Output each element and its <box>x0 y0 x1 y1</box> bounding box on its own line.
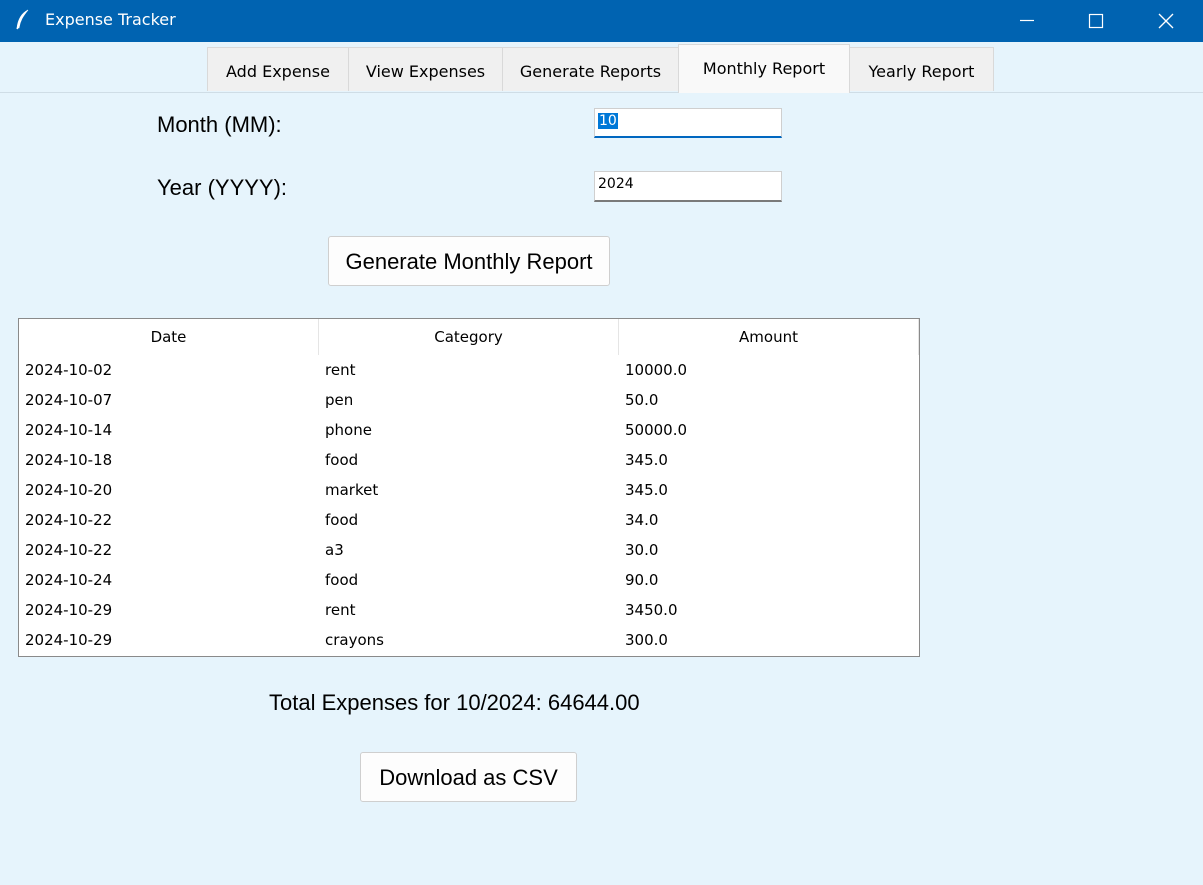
cell-amount: 3450.0 <box>625 601 678 619</box>
cell-amount: 300.0 <box>625 631 668 649</box>
cell-amount: 10000.0 <box>625 361 688 379</box>
close-icon <box>1158 13 1174 29</box>
cell-amount: 345.0 <box>625 451 668 469</box>
maximize-button[interactable] <box>1061 0 1131 42</box>
tab-yearly-report[interactable]: Yearly Report <box>849 47 994 91</box>
cell-date: 2024-10-02 <box>25 361 113 379</box>
feather-icon <box>16 9 29 30</box>
month-input[interactable]: 10 <box>594 108 782 138</box>
table-header: Date Category Amount <box>19 319 919 355</box>
cell-category: market <box>325 481 379 499</box>
cell-category: food <box>325 511 359 529</box>
table-row[interactable]: 2024-10-29 crayons 300.0 <box>19 625 919 655</box>
cell-category: phone <box>325 421 372 439</box>
close-button[interactable] <box>1131 0 1201 42</box>
cell-amount: 30.0 <box>625 541 659 559</box>
cell-date: 2024-10-14 <box>25 421 113 439</box>
table-row[interactable]: 2024-10-22 a3 30.0 <box>19 535 919 565</box>
maximize-icon <box>1088 13 1104 29</box>
cell-amount: 34.0 <box>625 511 659 529</box>
year-label: Year (YYYY): <box>157 175 288 200</box>
table-row[interactable]: 2024-10-07 pen 50.0 <box>19 385 919 415</box>
minimize-button[interactable] <box>992 0 1062 42</box>
cell-date: 2024-10-18 <box>25 451 113 469</box>
month-input-value: 10 <box>598 113 618 129</box>
table-row[interactable]: 2024-10-29 rent 3450.0 <box>19 595 919 625</box>
table-row[interactable]: 2024-10-18 food 345.0 <box>19 445 919 475</box>
generate-monthly-report-button[interactable]: Generate Monthly Report <box>328 236 610 286</box>
year-input-value: 2024 <box>598 176 634 192</box>
cell-amount: 90.0 <box>625 571 659 589</box>
tab-monthly-report[interactable]: Monthly Report <box>678 44 850 93</box>
cell-amount: 50.0 <box>625 391 659 409</box>
column-header-date[interactable]: Date <box>19 319 319 355</box>
column-header-category[interactable]: Category <box>319 319 619 355</box>
column-header-amount[interactable]: Amount <box>619 319 919 355</box>
tab-view-expenses[interactable]: View Expenses <box>348 47 503 91</box>
cell-date: 2024-10-22 <box>25 511 113 529</box>
cell-category: a3 <box>325 541 344 559</box>
cell-date: 2024-10-29 <box>25 601 113 619</box>
cell-amount: 50000.0 <box>625 421 688 439</box>
cell-date: 2024-10-29 <box>25 631 113 649</box>
cell-category: pen <box>325 391 354 409</box>
cell-date: 2024-10-20 <box>25 481 113 499</box>
year-input[interactable]: 2024 <box>594 171 782 202</box>
tab-generate-reports[interactable]: Generate Reports <box>502 47 679 91</box>
total-expenses-label: Total Expenses for 10/2024: 64644.00 <box>269 690 640 715</box>
table-row[interactable]: 2024-10-24 food 90.0 <box>19 565 919 595</box>
month-label: Month (MM): <box>157 112 282 137</box>
cell-category: food <box>325 571 359 589</box>
cell-date: 2024-10-22 <box>25 541 113 559</box>
table-row[interactable]: 2024-10-22 food 34.0 <box>19 505 919 535</box>
table-row[interactable]: 2024-10-20 market 345.0 <box>19 475 919 505</box>
cell-category: food <box>325 451 359 469</box>
cell-category: crayons <box>325 631 384 649</box>
minimize-icon <box>1020 19 1034 22</box>
cell-category: rent <box>325 361 356 379</box>
tab-add-expense[interactable]: Add Expense <box>207 47 349 91</box>
download-csv-button[interactable]: Download as CSV <box>360 752 577 802</box>
window-title: Expense Tracker <box>45 10 176 29</box>
cell-category: rent <box>325 601 356 619</box>
table-row[interactable]: 2024-10-02 rent 10000.0 <box>19 355 919 385</box>
cell-amount: 345.0 <box>625 481 668 499</box>
title-bar: Expense Tracker <box>0 0 1203 42</box>
cell-date: 2024-10-07 <box>25 391 113 409</box>
table-row[interactable]: 2024-10-14 phone 50000.0 <box>19 415 919 445</box>
cell-date: 2024-10-24 <box>25 571 113 589</box>
expense-table[interactable]: Date Category Amount 2024-10-02 rent 100… <box>18 318 920 657</box>
